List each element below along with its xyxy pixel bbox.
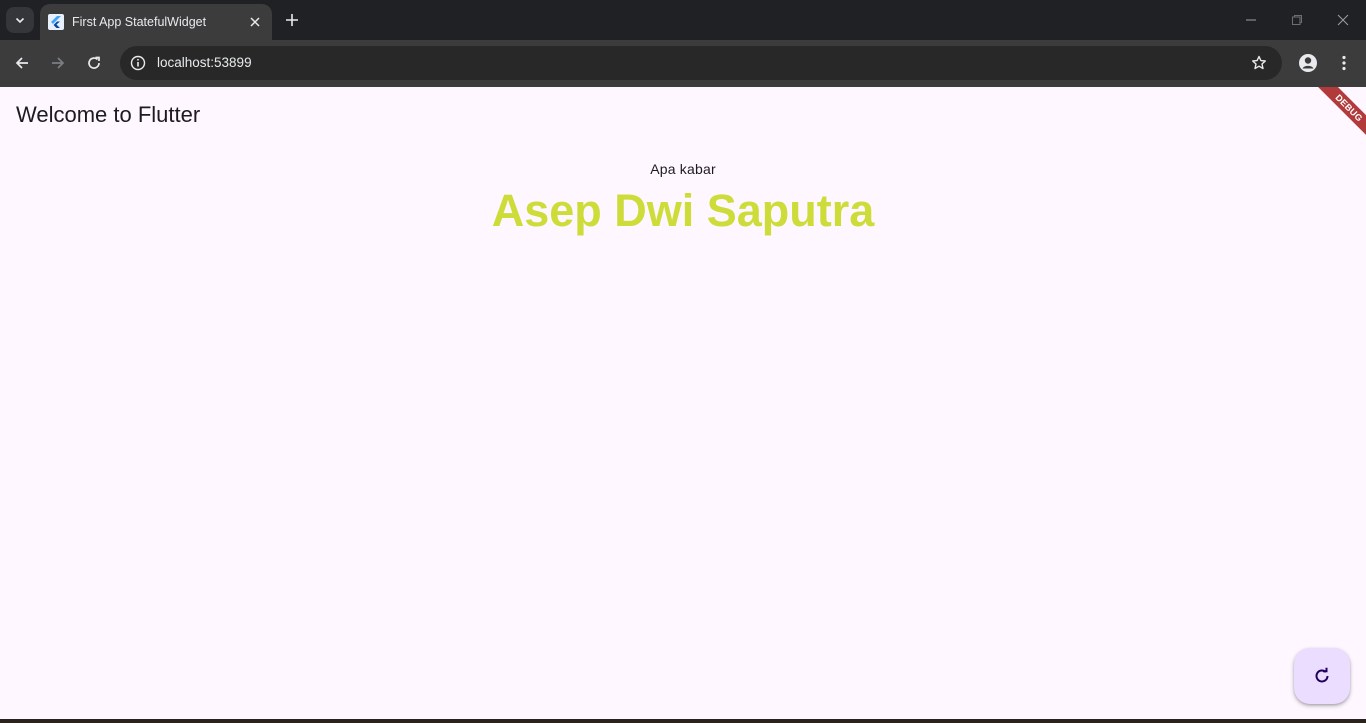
- address-bar[interactable]: localhost:53899: [120, 46, 1282, 80]
- tab-title: First App StatefulWidget: [72, 15, 207, 29]
- tab-search-button[interactable]: [6, 7, 34, 33]
- restore-icon: [1292, 15, 1302, 25]
- star-icon: [1252, 55, 1266, 70]
- reload-icon: [88, 56, 100, 69]
- info-icon: [130, 55, 146, 71]
- close-icon: [1337, 14, 1349, 26]
- site-info-button[interactable]: [127, 52, 149, 74]
- app-viewport: Welcome to Flutter Apa kabar Asep Dwi Sa…: [0, 87, 1366, 719]
- greeting-text: Apa kabar: [650, 161, 716, 177]
- browser-menu-button[interactable]: [1332, 51, 1356, 75]
- reload-button[interactable]: [82, 51, 106, 75]
- browser-toolbar: localhost:53899: [0, 40, 1366, 87]
- refresh-icon: [1315, 667, 1329, 683]
- forward-button[interactable]: [46, 51, 70, 75]
- close-window-button[interactable]: [1331, 8, 1355, 32]
- tab-strip: First App StatefulWidget: [0, 0, 1366, 40]
- tab-close-button[interactable]: [246, 13, 264, 31]
- minimize-icon: [1246, 19, 1256, 21]
- close-icon: [250, 17, 260, 27]
- taskbar-edge: [0, 719, 1366, 723]
- kebab-menu-icon: [1342, 55, 1346, 71]
- refresh-fab[interactable]: [1294, 648, 1350, 704]
- debug-banner: DEBUG: [1305, 87, 1366, 152]
- restore-button[interactable]: [1285, 8, 1309, 32]
- new-tab-button[interactable]: [281, 9, 303, 31]
- profile-button[interactable]: [1296, 51, 1320, 75]
- back-button[interactable]: [10, 51, 34, 75]
- flutter-logo-icon: [48, 14, 64, 30]
- url-text[interactable]: localhost:53899: [157, 55, 252, 70]
- app-bar-title: Welcome to Flutter: [16, 102, 201, 127]
- arrow-left-icon: [15, 57, 28, 69]
- plus-icon: [286, 14, 298, 26]
- name-text: Asep Dwi Saputra: [491, 185, 875, 236]
- bookmark-button[interactable]: [1248, 52, 1270, 74]
- browser-tab[interactable]: First App StatefulWidget: [40, 4, 272, 40]
- minimize-button[interactable]: [1239, 8, 1263, 32]
- debug-banner-label: DEBUG: [1333, 92, 1365, 124]
- arrow-right-icon: [52, 57, 65, 69]
- chevron-down-icon: [15, 17, 25, 24]
- profile-icon: [1299, 54, 1317, 72]
